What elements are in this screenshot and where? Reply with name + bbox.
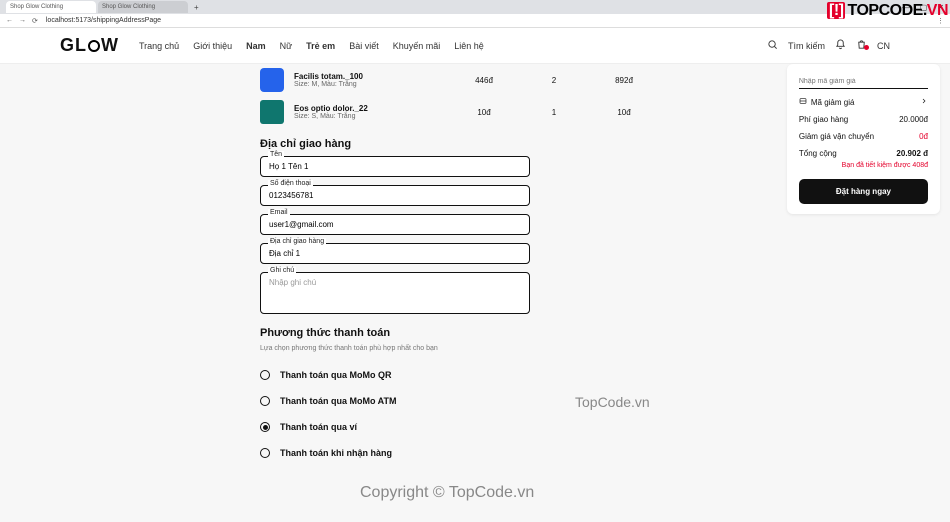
radio-icon bbox=[260, 396, 270, 406]
ship-fee-label: Phí giao hàng bbox=[799, 115, 848, 124]
pay-option-label: Thanh toán qua MoMo ATM bbox=[280, 396, 396, 406]
product-variant: Size: M, Màu: Trắng bbox=[294, 81, 444, 88]
user-label[interactable]: CN bbox=[877, 41, 890, 51]
logo-right: W bbox=[101, 35, 119, 55]
product-thumb[interactable] bbox=[260, 68, 284, 92]
address-input[interactable] bbox=[260, 243, 530, 264]
promo-row[interactable]: Mã giảm giá bbox=[799, 97, 928, 107]
watermark-small: TopCode.vn bbox=[575, 394, 650, 410]
site-header: GL W Trang chủ Giới thiệu Nam Nữ Trẻ em B… bbox=[0, 28, 950, 64]
nav-forward-icon[interactable]: → bbox=[19, 17, 26, 25]
note-textarea[interactable] bbox=[260, 272, 530, 314]
product-price: 446đ bbox=[454, 76, 514, 85]
product-name: Eos optio dolor._22 bbox=[294, 104, 444, 113]
nav-home[interactable]: Trang chủ bbox=[139, 41, 179, 51]
pay-option-label: Thanh toán qua MoMo QR bbox=[280, 370, 392, 380]
pay-option-momo-atm[interactable]: Thanh toán qua MoMo ATM bbox=[260, 388, 777, 414]
bell-icon[interactable] bbox=[835, 39, 846, 52]
search-icon[interactable] bbox=[767, 39, 778, 52]
site-logo[interactable]: GL W bbox=[60, 35, 119, 56]
ship-fee-value: 20.000đ bbox=[899, 115, 928, 124]
nav-reload-icon[interactable]: ⟳ bbox=[32, 17, 38, 25]
product-thumb[interactable] bbox=[260, 100, 284, 124]
email-input[interactable] bbox=[260, 214, 530, 235]
tab-1-title: Shop Glow Clothing bbox=[10, 4, 63, 10]
order-summary: Mã giảm giá Phí giao hàng 20.000đ Giảm g… bbox=[787, 64, 940, 214]
nav-blog[interactable]: Bài viết bbox=[349, 41, 379, 51]
browser-tab-2[interactable]: Shop Glow Clothing bbox=[98, 1, 188, 13]
browser-tab-strip: Shop Glow Clothing Shop Glow Clothing + … bbox=[0, 0, 950, 14]
cart-item: Facilis totam._100 Size: M, Màu: Trắng 4… bbox=[260, 64, 777, 96]
pay-option-cod[interactable]: Thanh toán khi nhận hàng bbox=[260, 440, 777, 466]
radio-icon bbox=[260, 422, 270, 432]
main-nav: Trang chủ Giới thiệu Nam Nữ Trẻ em Bài v… bbox=[139, 41, 484, 51]
search-label[interactable]: Tìm kiếm bbox=[788, 41, 825, 51]
product-price: 10đ bbox=[454, 108, 514, 117]
nav-contact[interactable]: Liên hệ bbox=[454, 41, 484, 51]
pay-option-label: Thanh toán qua ví bbox=[280, 422, 357, 432]
topcode-text: TOPCODE bbox=[847, 2, 922, 19]
total-label: Tổng cộng bbox=[799, 149, 837, 158]
nav-women[interactable]: Nữ bbox=[280, 41, 293, 51]
topcode-logo-overlay: [!]TOPCODE.VN bbox=[827, 2, 948, 20]
promo-input[interactable] bbox=[799, 75, 928, 89]
phone-input[interactable] bbox=[260, 185, 530, 206]
logo-left: GL bbox=[60, 35, 87, 55]
pay-option-label: Thanh toán khi nhận hàng bbox=[280, 448, 392, 458]
tab-2-title: Shop Glow Clothing bbox=[102, 4, 155, 10]
pay-option-momo-qr[interactable]: Thanh toán qua MoMo QR bbox=[260, 362, 777, 388]
payment-title: Phương thức thanh toán bbox=[260, 327, 777, 339]
savings-note: Bạn đã tiết kiệm được 408đ bbox=[799, 162, 928, 169]
bag-icon[interactable] bbox=[856, 39, 867, 52]
email-label: Email bbox=[268, 209, 290, 216]
nav-about[interactable]: Giới thiệu bbox=[193, 41, 232, 51]
browser-address-bar: ← → ⟳ localhost:5173/shippingAddressPage… bbox=[0, 14, 950, 28]
address-label: Địa chỉ giao hàng bbox=[268, 238, 326, 245]
product-name: Facilis totam._100 bbox=[294, 72, 444, 81]
logo-o-icon bbox=[88, 40, 100, 52]
name-input[interactable] bbox=[260, 156, 530, 177]
phone-label: Số điện thoại bbox=[268, 180, 313, 187]
nav-kids[interactable]: Trẻ em bbox=[306, 41, 335, 51]
shipping-title: Địa chỉ giao hàng bbox=[260, 138, 777, 150]
product-variant: Size: S, Màu: Trắng bbox=[294, 113, 444, 120]
product-total: 892đ bbox=[594, 76, 654, 85]
bag-badge bbox=[864, 45, 869, 50]
chevron-right-icon bbox=[920, 97, 928, 107]
total-value: 20.902 đ bbox=[896, 149, 928, 158]
product-total: 10đ bbox=[594, 108, 654, 117]
product-qty: 1 bbox=[524, 108, 584, 117]
pay-option-wallet[interactable]: Thanh toán qua ví bbox=[260, 414, 777, 440]
nav-promo[interactable]: Khuyến mãi bbox=[393, 41, 441, 51]
promo-label: Mã giảm giá bbox=[811, 98, 855, 107]
new-tab-button[interactable]: + bbox=[194, 3, 199, 12]
radio-icon bbox=[260, 370, 270, 380]
product-qty: 2 bbox=[524, 76, 584, 85]
ship-discount-label: Giảm giá vận chuyển bbox=[799, 132, 874, 141]
place-order-button[interactable]: Đặt hàng ngay bbox=[799, 179, 928, 204]
ship-discount-value: 0đ bbox=[919, 132, 928, 141]
ticket-icon bbox=[799, 97, 807, 107]
topcode-bracket: [!] bbox=[827, 2, 845, 19]
nav-men[interactable]: Nam bbox=[246, 41, 266, 51]
name-label: Tên bbox=[268, 151, 284, 158]
note-label: Ghi chú bbox=[268, 267, 296, 274]
nav-back-icon[interactable]: ← bbox=[6, 17, 13, 25]
watermark-copyright: Copyright © TopCode.vn bbox=[360, 484, 534, 502]
topcode-vn: VN bbox=[927, 2, 948, 19]
radio-icon bbox=[260, 448, 270, 458]
url-text[interactable]: localhost:5173/shippingAddressPage bbox=[46, 17, 161, 24]
payment-subtitle: Lựa chọn phương thức thanh toán phù hợp … bbox=[260, 345, 777, 352]
browser-tab-1[interactable]: Shop Glow Clothing bbox=[6, 1, 96, 13]
cart-item: Eos optio dolor._22 Size: S, Màu: Trắng … bbox=[260, 96, 777, 128]
